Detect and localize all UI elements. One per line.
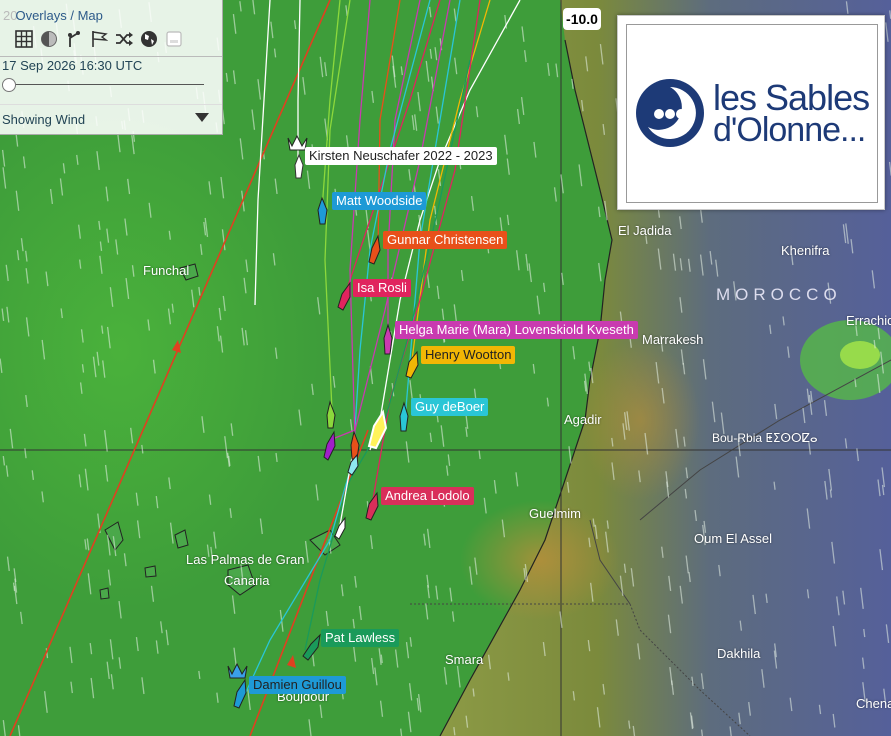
place-label: Bou-Rbia ⵟⵉⵙⵔⵇⴰ [712, 431, 818, 445]
place-label: Las Palmas de Gran [186, 552, 305, 567]
place-label: Dakhila [717, 646, 761, 661]
logo-emblem-icon [636, 79, 704, 147]
place-label: Marrakesh [642, 332, 704, 347]
boat-label-helga[interactable]: Helga Marie (Mara) Lovenskiold Kveseth [395, 321, 638, 339]
boat-label-gunnar[interactable]: Gunnar Christensen [383, 231, 508, 249]
boat-label-matt[interactable]: Matt Woodside [332, 192, 427, 210]
grid-icon[interactable] [14, 29, 34, 49]
sponsor-logo[interactable]: les Sables d'Olonne... [617, 15, 885, 210]
place-label: Errachid [846, 313, 891, 328]
panel-icons [14, 29, 184, 49]
chevron-down-icon[interactable] [195, 113, 209, 122]
place-label: Smara [445, 652, 484, 667]
logo-line-2: d'Olonne... [713, 111, 866, 149]
boat-label-kirsten[interactable]: Kirsten Neuschafer 2022 - 2023 [305, 147, 497, 165]
time-slider[interactable] [2, 78, 204, 92]
boat-label-pat[interactable]: Pat Lawless [321, 629, 400, 647]
scale-value: -10.0 [563, 8, 601, 30]
slider-knob[interactable] [2, 78, 16, 92]
overlay-panel: 20Overlays / Map 17 Sep 2026 16:30 UTC S… [0, 0, 223, 135]
globe-icon[interactable] [139, 29, 159, 49]
datetime-label: 17 Sep 2026 16:30 UTC [2, 58, 143, 73]
slider-track [2, 84, 204, 85]
route-icon[interactable] [64, 29, 84, 49]
place-label: Oum El Assel [694, 531, 773, 546]
contrast-icon[interactable] [39, 29, 59, 49]
boat-label-andrea[interactable]: Andrea Lodolo [381, 487, 474, 505]
place-label: Agadir [564, 412, 602, 427]
boat-label-damien[interactable]: Damien Guillou [249, 676, 346, 694]
boat-label-henry[interactable]: Henry Wootton [421, 346, 516, 364]
place-label: Funchal [143, 263, 190, 278]
place-label: Canaria [224, 573, 270, 588]
place-label: Chena [856, 696, 891, 711]
panel-title[interactable]: 20Overlays / Map [3, 8, 103, 23]
boat-label-isa[interactable]: Isa Rosli [353, 279, 411, 297]
place-label: Khenifra [781, 243, 830, 258]
shuffle-icon[interactable] [114, 29, 134, 49]
flags-icon[interactable] [89, 29, 109, 49]
place-label: El Jadida [618, 223, 672, 238]
panel-divider [0, 104, 222, 105]
country-label: MOROCCO [716, 285, 842, 304]
boat-label-guy[interactable]: Guy deBoer [411, 398, 489, 416]
place-label: Guelmim [529, 506, 582, 521]
wind-mode-label[interactable]: Showing Wind [2, 112, 85, 127]
layers-icon[interactable] [164, 29, 184, 49]
panel-toolbar: 20Overlays / Map [0, 0, 222, 57]
panel-title-text: Overlays / Map [15, 8, 103, 23]
